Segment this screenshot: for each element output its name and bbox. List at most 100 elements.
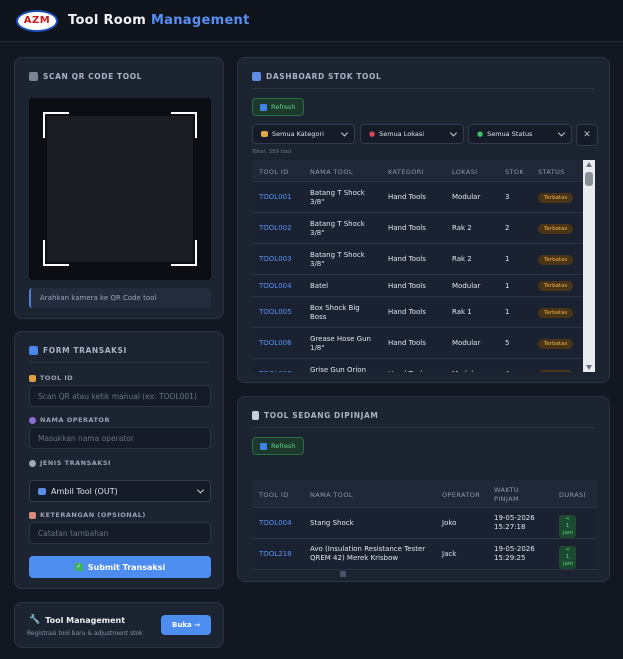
nama-tool-cell: Stang Shock (310, 519, 354, 527)
scan-hint: Arahkan kamera ke QR Code tool (29, 288, 211, 308)
keterangan-input[interactable]: Catatan tambahan (29, 522, 211, 544)
tool-id-cell[interactable]: TOOL004 (259, 282, 309, 291)
clear-filter-button[interactable]: ✕ (576, 124, 598, 146)
table-row[interactable]: TOOL002 Batang T Shock 3/8" Hand Tools Rak … (252, 213, 585, 244)
kategori-cell: Hand Tools (388, 370, 448, 372)
camera-icon (29, 72, 38, 81)
tool-management-title: 🔧 Tool Management (29, 615, 126, 625)
durasi-badge: < 1 jam (559, 546, 576, 569)
dipinjam-table: TOOL ID NAMA TOOL OPERATOR WAKTU PINJAM … (252, 480, 597, 570)
qr-scanner-view[interactable] (29, 98, 211, 280)
pin-icon: ● (369, 130, 376, 138)
scan-qr-card: SCAN QR CODE TOOL Arahkan kamera ke QR C… (14, 57, 224, 319)
note-icon (29, 511, 36, 519)
tool-id-cell[interactable]: TOOL005 (259, 308, 309, 317)
col-operator: OPERATOR (442, 491, 481, 499)
nama-tool-cell: Grise Gun Orion (310, 365, 366, 373)
divider (252, 88, 595, 89)
kategori-cell: Hand Tools (388, 255, 426, 263)
table-row[interactable]: TOOL006 Grease Hose Gun 1/8" Hand Tools Mod… (252, 328, 585, 359)
col-status: STATUS (538, 168, 565, 176)
lokasi-cell: Modular (452, 370, 502, 372)
divider (29, 362, 209, 363)
status-badge: Terbatas (538, 307, 574, 318)
table-row[interactable]: TOOL001 Batang T Shock 3/8" Hand Tools Modu… (252, 182, 585, 213)
table-row[interactable]: TOOL004 Batel Hand Tools Modular 1 Terbatas (252, 275, 585, 297)
table-row[interactable]: TOOL003 Batang T Shock 3/8" Hand Tools Rak … (252, 244, 585, 275)
col-kategori: KATEGORI (388, 168, 424, 176)
chevron-down-icon (340, 129, 349, 137)
tool-id-cell[interactable]: TOOL007 (259, 370, 309, 372)
stok-table: TOOL ID NAMA TOOL KATEGORI LOKASI STOK S… (252, 160, 585, 372)
scan-frame-corner (43, 240, 69, 266)
kategori-filter-select[interactable]: Semua Kategori (252, 124, 355, 144)
form-title: FORM TRANSAKSI (29, 346, 127, 355)
col-lokasi: LOKASI (452, 168, 478, 176)
col-tool-id: TOOL ID (259, 168, 289, 176)
tool-management-subtitle: Registrasi tool baru & adjustment stok (27, 630, 143, 637)
status-badge: Terbatas (538, 192, 574, 203)
nama-tool-cell: Batel (310, 281, 329, 290)
waktu-pinjam-cell: 19-05-2026 15:27:18 (494, 514, 535, 531)
submit-transaksi-button[interactable]: ✓ Submit Transaksi (29, 556, 211, 578)
status-filter-select[interactable]: ● Semua Status (468, 124, 572, 144)
stok-cell: 5 (505, 339, 510, 347)
scan-qr-title: SCAN QR CODE TOOL (29, 72, 142, 81)
lokasi-cell: Rak 2 (452, 255, 472, 263)
dipinjam-refresh-button[interactable]: Refresh (252, 437, 304, 455)
tool-id-cell[interactable]: TOOL003 (259, 255, 309, 264)
stok-cell: 4 (505, 370, 525, 372)
col-nama-tool: NAMA TOOL (310, 168, 353, 176)
gear-icon (29, 459, 36, 467)
resize-handle[interactable] (340, 571, 346, 577)
chevron-down-icon (557, 129, 566, 137)
operator-cell: Jack (442, 550, 457, 558)
scan-frame-corner (171, 240, 197, 266)
table-row[interactable]: TOOL218 Avo (Insulation Resistance Tester… (252, 539, 597, 570)
kategori-cell: Hand Tools (388, 339, 426, 347)
stok-cell: 1 (505, 308, 510, 316)
person-icon (29, 416, 36, 424)
tool-id-cell[interactable]: TOOL006 (259, 339, 309, 348)
jenis-transaksi-label: JENIS TRANSAKSI (29, 459, 111, 467)
total-count: Total: 359 tool (252, 149, 292, 155)
lokasi-cell: Modular (452, 339, 481, 347)
tool-dipinjam-card: TOOL SEDANG DIPINJAM Refresh TOOL ID NAM… (237, 396, 610, 582)
jenis-transaksi-select[interactable]: Ambil Tool (OUT) (29, 480, 211, 502)
chevron-down-icon (196, 486, 205, 494)
scrollbar[interactable] (583, 160, 595, 372)
folder-icon (261, 131, 268, 137)
tag-icon (29, 374, 36, 382)
buka-button[interactable]: Buka → (161, 615, 211, 635)
dashboard-refresh-button[interactable]: Refresh (252, 98, 304, 116)
dipinjam-title: TOOL SEDANG DIPINJAM (252, 411, 379, 420)
stok-cell: 3 (505, 193, 510, 201)
scroll-thumb[interactable] (585, 172, 593, 186)
tool-id-input[interactable]: Scan QR atau ketik manual (ex: TOOL001) (29, 385, 211, 407)
table-row[interactable]: TOOL004 Stang Shock Joko 19-05-2026 15:27:1… (252, 508, 597, 539)
lokasi-cell: Rak 1 (452, 308, 472, 316)
col-durasi: DURASI (559, 491, 586, 499)
lokasi-filter-select[interactable]: ● Semua Lokasi (360, 124, 464, 144)
document-icon (252, 411, 259, 420)
app-header: AZM Tool Room Management (0, 0, 623, 42)
tool-id-cell[interactable]: TOOL001 (259, 193, 309, 202)
wrench-icon: 🔧 (29, 615, 41, 625)
table-row[interactable]: TOOL005 Box Shock Big Boss Hand Tools Rak 1… (252, 297, 585, 328)
operator-label: NAMA OPERATOR (29, 416, 110, 424)
col-stok: STOK (505, 168, 525, 176)
nama-tool-cell: Batang T Shock 3/8" (310, 188, 365, 206)
chart-icon (252, 72, 261, 81)
tool-id-cell[interactable]: TOOL218 (259, 550, 309, 559)
table-header: TOOL ID NAMA TOOL KATEGORI LOKASI STOK S… (252, 160, 585, 182)
table-row[interactable]: TOOL007Grise Gun Orion Hand Tools Modular4… (252, 359, 585, 372)
divider (252, 427, 595, 428)
operator-input[interactable]: Masukkan nama operator (29, 427, 211, 449)
tool-id-cell[interactable]: TOOL004 (259, 519, 309, 528)
lokasi-cell: Modular (452, 281, 481, 290)
tool-id-cell[interactable]: TOOL002 (259, 224, 309, 233)
status-badge: Terbatas (538, 338, 574, 349)
scroll-down-icon[interactable] (586, 365, 592, 370)
scroll-up-icon[interactable] (586, 162, 592, 167)
kategori-cell: Hand Tools (388, 193, 426, 201)
